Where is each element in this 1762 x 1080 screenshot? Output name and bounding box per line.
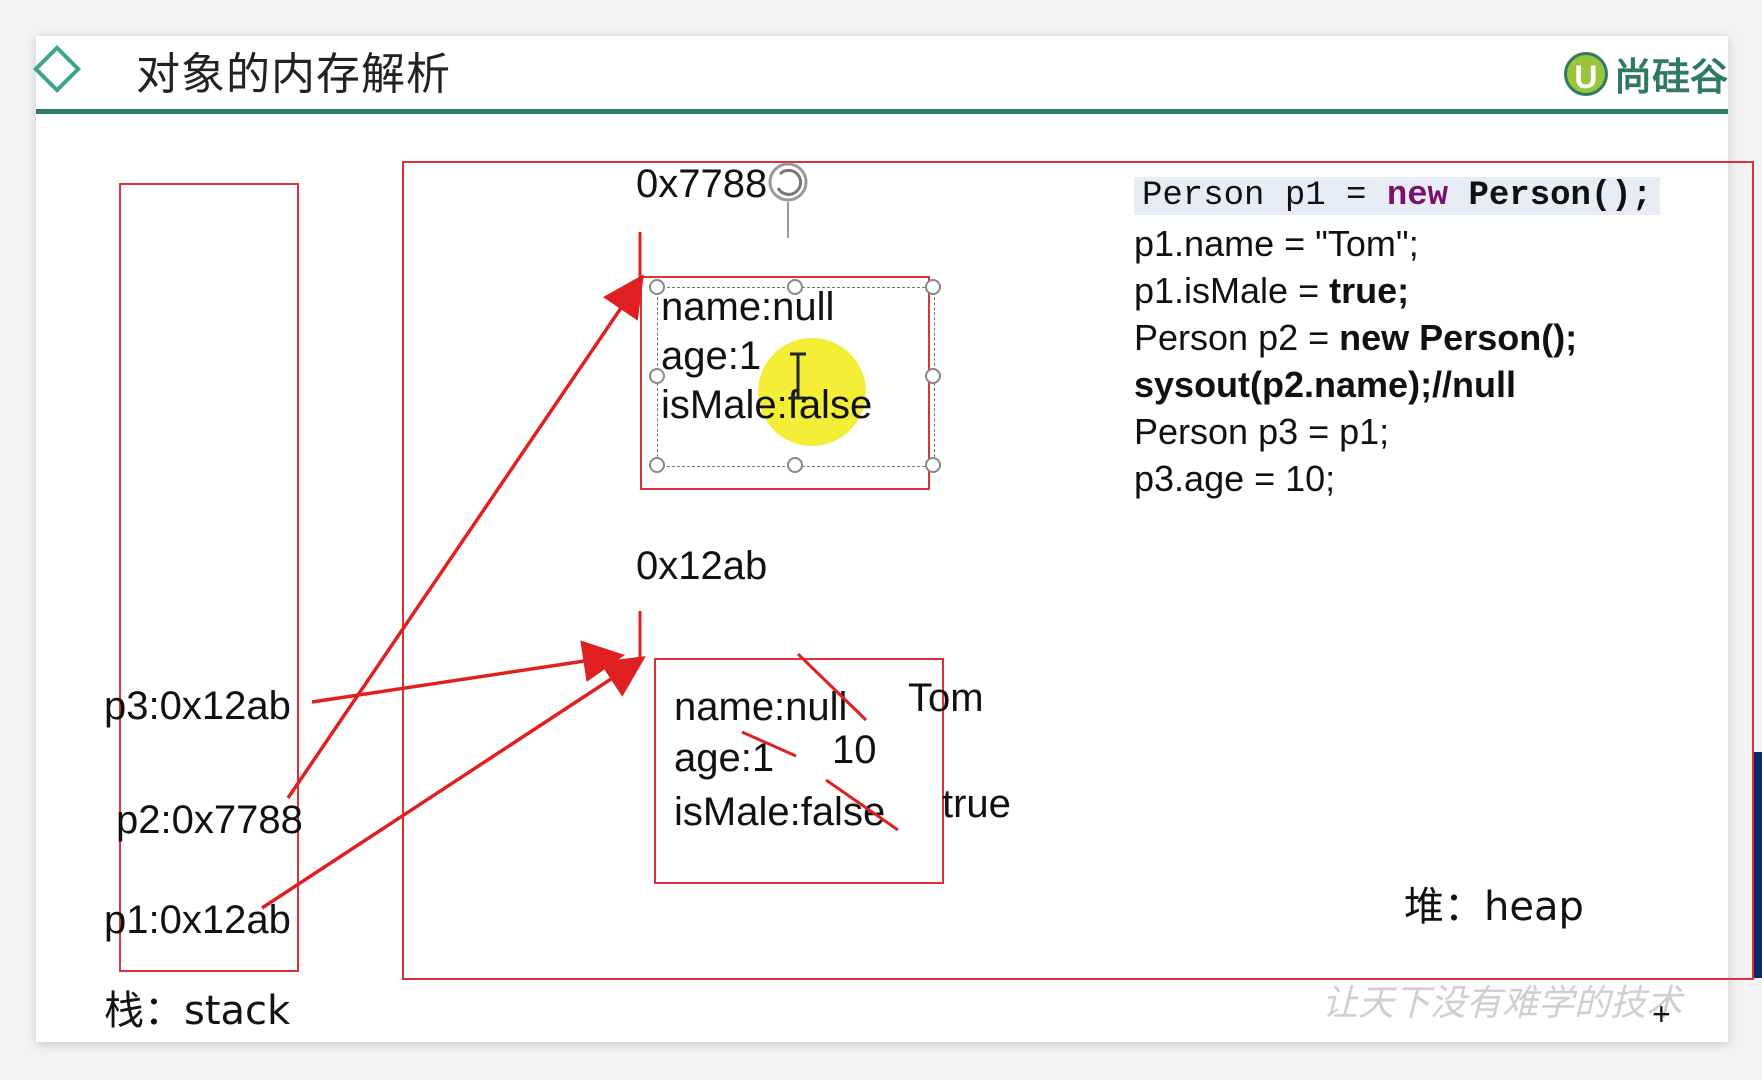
edge-scroll-indicator <box>1754 752 1762 978</box>
strike-name-null <box>796 652 868 722</box>
rotate-handle-icon[interactable] <box>768 162 808 238</box>
slide: 对象的内存解析 U 尚硅谷 0x7788 name:null age:1 isM… <box>32 36 1754 1042</box>
arrow-p2-to-0x7788 <box>286 274 644 799</box>
strike-ismale-false <box>825 778 899 832</box>
strike-age-1 <box>741 730 797 758</box>
text-cursor-icon <box>790 352 806 400</box>
overlay-graphics <box>261 162 899 910</box>
crosshair-cursor-icon: + <box>1652 996 1671 1032</box>
arrow-p1-to-0x12ab <box>261 656 646 910</box>
